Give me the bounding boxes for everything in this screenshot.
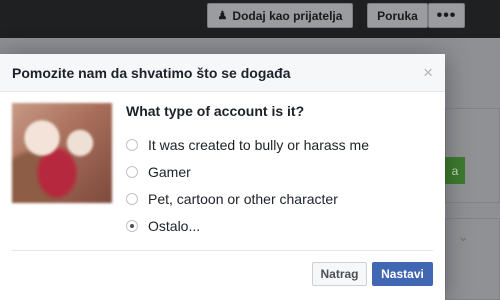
radio-button[interactable] <box>126 166 138 178</box>
report-dialog: Pomozite nam da shvatimo što se događa ×… <box>0 54 445 300</box>
message-label: Poruka <box>377 8 418 23</box>
person-plus-icon: ♟ <box>217 10 228 22</box>
message-button[interactable]: Poruka <box>367 3 428 28</box>
add-friend-button[interactable]: ♟ Dodaj kao prijatelja <box>207 3 353 28</box>
more-icon: ••• <box>436 6 457 24</box>
background-green-button: a <box>445 157 465 184</box>
chevron-down-icon: ⌄ <box>458 229 469 244</box>
question-heading: What type of account is it? <box>126 103 305 119</box>
background-side-panel-lower <box>445 218 500 300</box>
dialog-header: Pomozite nam da shvatimo što se događa × <box>0 54 445 92</box>
background-side-panel <box>445 108 500 203</box>
option-pet-cartoon-character[interactable]: Pet, cartoon or other character <box>126 191 338 207</box>
option-other[interactable]: Ostalo... <box>126 218 200 234</box>
continue-button[interactable]: Nastavi <box>372 262 433 286</box>
back-button[interactable]: Natrag <box>312 262 367 286</box>
radio-button-selected[interactable] <box>126 220 138 232</box>
add-friend-label: Dodaj kao prijatelja <box>232 8 343 23</box>
option-label: Ostalo... <box>148 218 201 234</box>
profile-avatar <box>12 103 112 203</box>
option-bully-harass[interactable]: It was created to bully or harass me <box>126 137 369 153</box>
radio-button[interactable] <box>126 193 138 205</box>
dialog-body: What type of account is it? It was creat… <box>0 92 445 250</box>
close-icon[interactable]: × <box>423 63 433 83</box>
footer-divider <box>12 250 433 251</box>
option-label: Pet, cartoon or other character <box>148 191 338 207</box>
option-label: It was created to bully or harass me <box>148 137 369 153</box>
option-label: Gamer <box>148 164 191 180</box>
background-green-button-label: a <box>451 163 459 178</box>
dialog-title: Pomozite nam da shvatimo što se događa <box>12 64 291 81</box>
radio-button[interactable] <box>126 139 138 151</box>
more-options-button[interactable]: ••• <box>428 3 465 28</box>
option-gamer[interactable]: Gamer <box>126 164 191 180</box>
